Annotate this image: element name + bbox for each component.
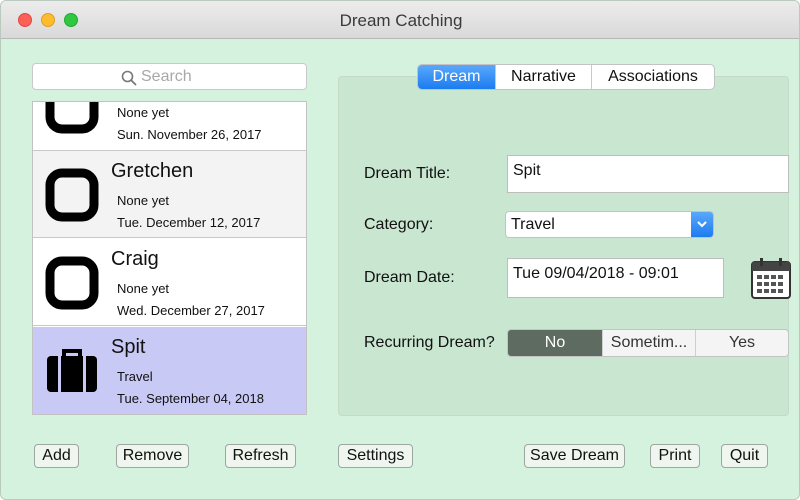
category-select-value: Travel — [511, 216, 555, 233]
dream-list[interactable]: None yet Sun. November 26, 2017 Gretchen… — [32, 101, 307, 415]
save-dream-button[interactable]: Save Dream — [524, 444, 625, 468]
recurring-segmented-control: No Sometim... Yes — [507, 329, 789, 357]
window-title: Dream Catching — [339, 11, 463, 30]
app-window: Dream Catching None yet Sun. November 26… — [0, 0, 800, 500]
search-icon — [121, 70, 137, 86]
list-item-category: Travel — [117, 369, 153, 384]
list-item[interactable]: Craig None yet Wed. December 27, 2017 — [33, 239, 306, 326]
rounded-square-icon — [45, 168, 99, 222]
rounded-square-icon — [45, 256, 99, 310]
list-item[interactable]: Gretchen None yet Tue. December 12, 2017 — [33, 151, 306, 238]
dream-title-label: Dream Title: — [364, 165, 451, 182]
calendar-icon[interactable] — [750, 256, 792, 300]
dream-date-label: Dream Date: — [364, 269, 455, 286]
add-button[interactable]: Add — [34, 444, 79, 468]
category-select[interactable]: Travel — [505, 211, 714, 238]
remove-button[interactable]: Remove — [116, 444, 189, 468]
quit-button[interactable]: Quit — [721, 444, 768, 468]
recurring-option-no[interactable]: No — [508, 330, 603, 356]
chevron-down-icon[interactable] — [691, 212, 713, 237]
list-item-category: None yet — [117, 281, 170, 296]
tab-dream[interactable]: Dream — [418, 65, 496, 89]
category-label: Category: — [364, 216, 434, 233]
refresh-button[interactable]: Refresh — [225, 444, 296, 468]
title-bar: Dream Catching — [1, 1, 799, 39]
list-item-name: Gretchen — [111, 160, 194, 182]
list-item-category: None yet — [117, 193, 170, 208]
tab-narrative[interactable]: Narrative — [496, 65, 592, 89]
recurring-option-yes[interactable]: Yes — [696, 330, 788, 356]
list-item-date: Wed. December 27, 2017 — [117, 303, 265, 318]
dream-date-field[interactable]: Tue 09/04/2018 - 09:01 — [507, 258, 724, 298]
list-item-name: Craig — [111, 248, 159, 270]
dream-title-field[interactable]: Spit — [507, 155, 789, 193]
settings-button[interactable]: Settings — [338, 444, 413, 468]
list-item-date: Tue. September 04, 2018 — [117, 391, 264, 406]
tab-bar: Dream Narrative Associations — [417, 64, 715, 90]
list-item-name: Spit — [111, 336, 146, 358]
list-item-category: None yet — [117, 105, 170, 120]
recurring-label: Recurring Dream? — [364, 334, 495, 351]
search-input[interactable] — [141, 67, 291, 87]
recurring-option-sometimes[interactable]: Sometim... — [603, 330, 696, 356]
list-item-date: Sun. November 26, 2017 — [117, 127, 262, 142]
search-field[interactable] — [32, 63, 307, 90]
list-item[interactable]: None yet Sun. November 26, 2017 — [33, 102, 306, 151]
detail-panel — [338, 76, 789, 416]
list-item-date: Tue. December 12, 2017 — [117, 215, 261, 230]
rounded-square-icon — [45, 102, 99, 134]
suitcase-icon — [47, 349, 97, 392]
print-button[interactable]: Print — [650, 444, 700, 468]
list-item-selected[interactable]: Spit Travel Tue. September 04, 2018 — [33, 327, 306, 414]
tab-associations[interactable]: Associations — [592, 65, 714, 89]
